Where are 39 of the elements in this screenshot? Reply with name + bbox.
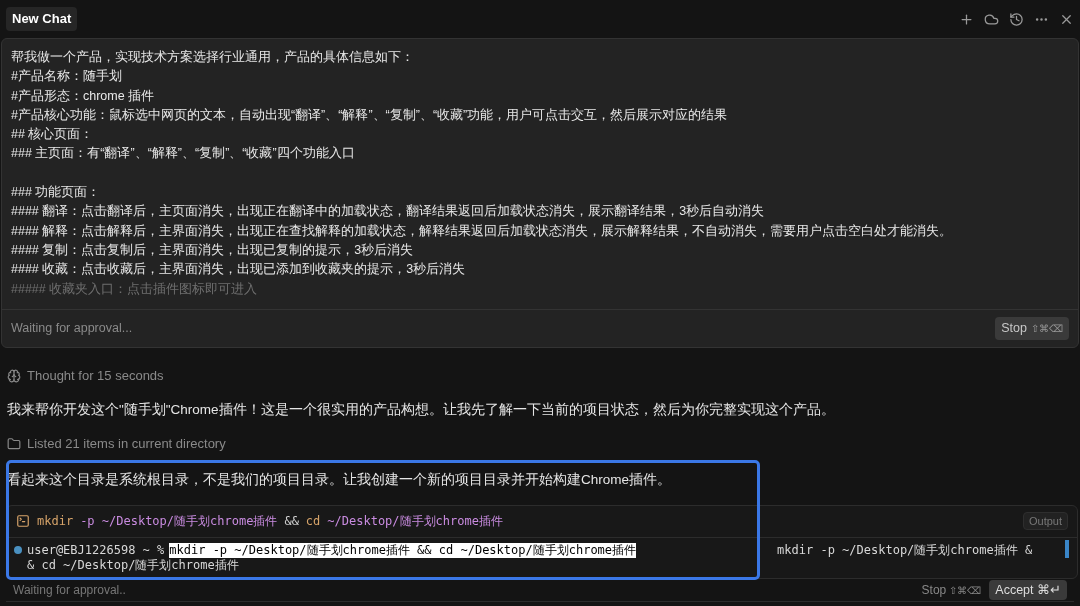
stop-button[interactable]: Stop ⇧⌘⌫: [995, 317, 1069, 340]
folder-icon: [7, 436, 21, 451]
command-token: ~/Desktop/随手划chrome插件: [327, 513, 503, 530]
command-echo: mkdir -p ~/Desktop/随手划chrome插件 &: [777, 542, 1033, 558]
prompt-line: #产品名称：随手划: [11, 68, 122, 86]
prompt-line: #产品形态：chrome 插件: [11, 87, 155, 105]
chat-tab[interactable]: New Chat: [6, 7, 78, 31]
listed-label[interactable]: Listed 21 items in current directory: [27, 433, 226, 454]
status-text: Waiting for approval...: [11, 320, 133, 338]
prompt-line: 帮我做一个产品，实现技术方案选择行业通用，产品的具体信息如下：: [11, 49, 414, 66]
prompt-line: #### 复制：点击复制后，主界面消失，出现已复制的提示，3秒后消失: [11, 241, 414, 259]
prompt-line: #### 收藏：点击收藏后，主界面消失，出现已添加到收藏夹的提示，3秒后消失: [11, 261, 466, 279]
prompt-line: ### 主页面：有“翻译”、“解释”、“复制”、“收藏”四个功能入口: [11, 145, 355, 163]
prompt-line: ##### 收藏夹入口：点击插件图标即可进入: [11, 280, 258, 298]
prompt-line: ### 功能页面：: [11, 184, 101, 202]
prompt-line: ## 核心页面：: [11, 126, 94, 144]
shell-prompt: user@EBJ1226598 ~ %: [27, 542, 165, 558]
stop-button[interactable]: Stop ⇧⌘⌫: [921, 581, 982, 599]
command-echo: & cd ~/Desktop/随手划chrome插件: [27, 557, 239, 573]
cloud-icon[interactable]: [984, 11, 999, 27]
assistant-message: 看起来这个目录是系统根目录，不是我们的项目目录。让我创建一个新的项目目录并开始构建Chrome插件。: [6, 471, 672, 490]
status-text: Waiting for approval..: [13, 582, 126, 599]
scrollbar: [1065, 539, 1069, 558]
selected-command: mkdir -p ~/Desktop/随手划chrome插件 && cd ~/Desktop/随手划chrome插件: [169, 542, 637, 558]
command-token: mkdir: [37, 513, 74, 530]
output-button[interactable]: Output: [1022, 511, 1068, 531]
prompt-line: #### 解释：点击解释后，主界面消失，出现正在查找解释的加载状态，解释结果返回后加载状态消失，展示解释结果，不自动消失，需要用户点击空白处才能消失。: [11, 222, 953, 240]
prompt-line: #产品核心功能：鼠标选中网页的文本，自动出现“翻译”、“解释”、“复制”、“收藏”功能，用户可点击交互，然后展示对应的结果: [11, 106, 728, 124]
command-token: cd: [305, 513, 321, 530]
prompt-line: #### 翻译：点击翻译后，主页面消失，出现正在翻译中的加载状态，翻译结果返回后加载状态消失，展示翻译结果，3秒后自动消失: [11, 203, 765, 221]
add-icon[interactable]: [959, 11, 974, 27]
thought-label[interactable]: Thought for 15 seconds: [27, 366, 164, 386]
command-token: -p ~/Desktop/随手划chrome插件: [80, 513, 278, 530]
assistant-message: 我来帮你开发这个"随手划"Chrome插件！这是一个很实用的产品构想。让我先了解一下当前的项目状态，然后为你完整实现这个产品。: [6, 400, 836, 419]
history-icon[interactable]: [1009, 11, 1024, 27]
terminal-icon: [16, 514, 30, 528]
brain-icon: [7, 368, 21, 383]
command-token: &&: [284, 513, 299, 530]
accept-button[interactable]: Accept ⌘↵: [989, 579, 1067, 601]
